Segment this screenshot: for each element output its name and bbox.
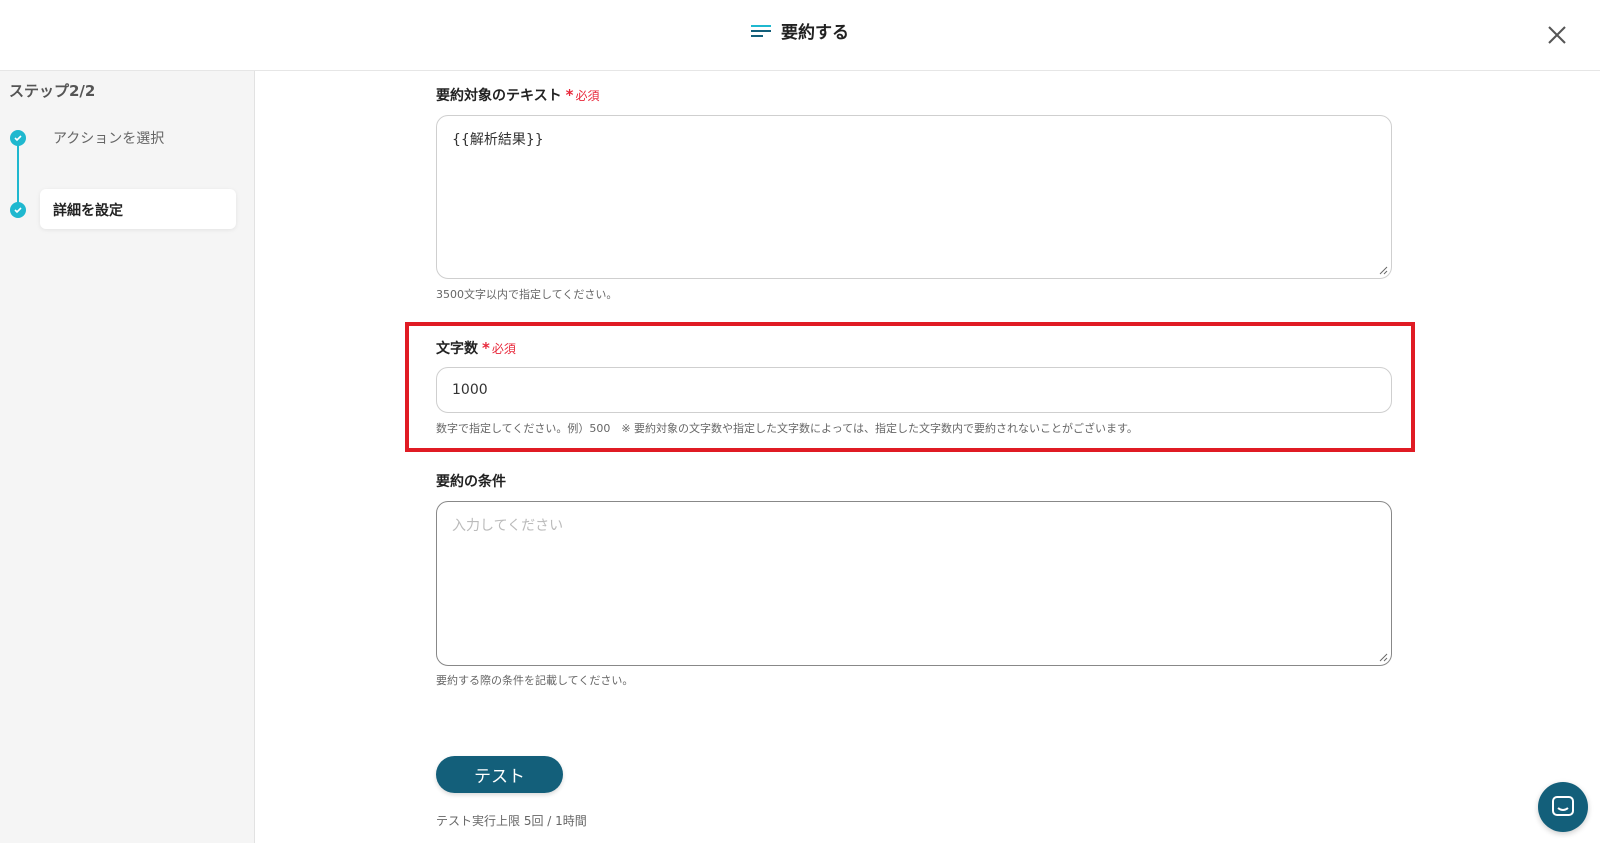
- resize-grip-icon[interactable]: [1378, 652, 1388, 662]
- sidebar-item-select-action[interactable]: アクションを選択: [53, 128, 164, 148]
- page-title: 要約する: [0, 20, 1600, 46]
- text-field-label: 要約対象のテキスト * 必須: [436, 85, 599, 105]
- required-text: 必須: [575, 89, 600, 103]
- text-input-value: {{解析結果}}: [452, 132, 544, 148]
- sidebar-item-details[interactable]: 詳細を設定: [40, 189, 236, 229]
- char-count-input[interactable]: 1000: [436, 367, 1392, 413]
- text-field-help: 3500文字以内で指定してください。: [436, 288, 618, 301]
- close-icon: [1548, 26, 1566, 44]
- condition-field-label: 要約の条件: [436, 474, 506, 490]
- resize-grip-icon[interactable]: [1378, 265, 1388, 275]
- required-badge: * 必須: [482, 339, 516, 357]
- header: 要約する: [0, 0, 1600, 71]
- sidebar: [0, 71, 255, 843]
- required-text: 必須: [491, 342, 516, 356]
- sidebar-item-label: 詳細を設定: [53, 203, 123, 219]
- char-count-label-text: 文字数: [436, 341, 478, 357]
- step-count: ステップ2/2: [9, 82, 96, 100]
- summary-lines-icon: [751, 20, 771, 46]
- text-field-label-text: 要約対象のテキスト: [436, 88, 562, 104]
- char-count-label: 文字数 * 必須: [436, 338, 516, 358]
- chat-icon: [1552, 796, 1574, 816]
- step-check-icon: [10, 130, 26, 146]
- condition-field-help: 要約する際の条件を記載してください。: [436, 674, 634, 687]
- test-button[interactable]: テスト: [436, 756, 563, 793]
- required-badge: * 必須: [565, 86, 600, 104]
- test-limit-note: テスト実行上限 5回 / 1時間: [436, 814, 587, 828]
- text-input[interactable]: {{解析結果}}: [436, 115, 1392, 279]
- step-connector: [17, 139, 19, 209]
- step-check-icon: [10, 202, 26, 218]
- char-count-help: 数字で指定してください。例）500 ※ 要約対象の文字数や指定した文字数によって…: [436, 422, 1138, 435]
- condition-input[interactable]: 入力してください: [436, 501, 1392, 666]
- page-title-text: 要約する: [781, 23, 849, 43]
- chat-button[interactable]: [1538, 782, 1588, 832]
- condition-placeholder: 入力してください: [452, 518, 564, 534]
- close-button[interactable]: [1540, 18, 1574, 52]
